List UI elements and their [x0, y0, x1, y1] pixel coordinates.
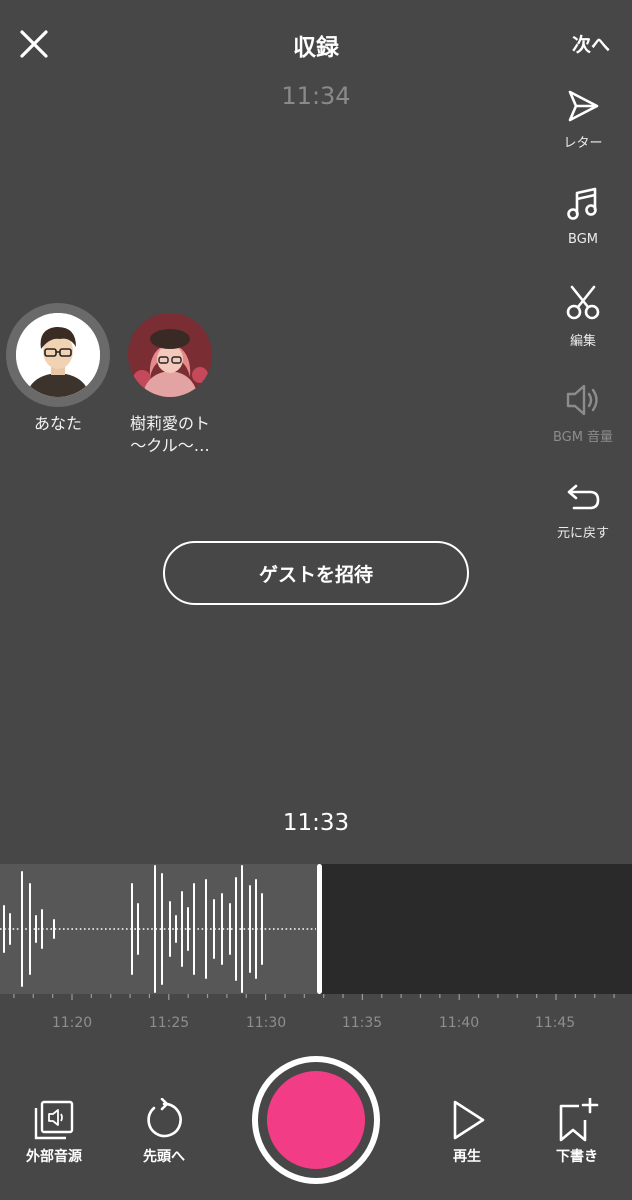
avatar-illustration [128, 313, 212, 397]
send-icon [568, 90, 599, 122]
bookmark-add-icon [559, 1098, 599, 1142]
avatar [16, 313, 100, 397]
ruler-ticks [13, 994, 615, 1000]
undo-label: 元に戻す [556, 526, 609, 541]
tick-label: 11:40 [438, 1015, 480, 1031]
restart-icon [147, 1098, 182, 1138]
undo-icon [567, 484, 600, 510]
page-title: 収録 [293, 35, 339, 61]
record-button[interactable] [252, 1056, 380, 1184]
avatar-illustration [16, 313, 100, 397]
speaker-icon [566, 384, 598, 416]
external-audio-button[interactable]: 外部音源 [14, 1098, 94, 1166]
speaking-ring [6, 303, 110, 407]
letter-label: レター [563, 136, 603, 151]
participant-name-line2: 〜クル〜… [130, 436, 210, 455]
bgm-volume-button[interactable]: BGM 音量 [533, 382, 632, 445]
tick-label: 11:35 [341, 1015, 383, 1031]
record-indicator [267, 1071, 365, 1169]
participant-guest[interactable]: 樹莉愛のト 〜クル〜… [118, 303, 222, 457]
to-start-label: 先頭へ [143, 1149, 185, 1165]
play-icon [453, 1100, 485, 1140]
participant-you[interactable]: あなた [6, 303, 110, 435]
next-button[interactable]: 次へ [572, 30, 610, 57]
draft-button[interactable]: 下書き [537, 1098, 617, 1166]
edit-label: 編集 [569, 334, 596, 349]
scissors-icon [566, 285, 600, 320]
current-time: 11:33 [282, 810, 350, 836]
edit-button[interactable]: 編集 [533, 284, 632, 349]
bgm-volume-label: BGM 音量 [552, 430, 614, 445]
playhead[interactable] [317, 864, 322, 994]
waveform-area[interactable] [0, 864, 632, 994]
letter-button[interactable]: レター [533, 88, 632, 151]
to-start-button[interactable]: 先頭へ [124, 1098, 204, 1166]
bgm-button[interactable]: BGM [533, 186, 632, 247]
undo-button[interactable]: 元に戻す [533, 480, 632, 541]
external-audio-label: 外部音源 [26, 1149, 82, 1165]
play-label: 再生 [453, 1149, 481, 1165]
tick-label: 11:45 [534, 1015, 576, 1031]
waveform [0, 864, 322, 994]
avatar [128, 313, 212, 397]
bgm-label: BGM [568, 232, 598, 247]
tick-label: 11:20 [51, 1015, 93, 1031]
external-audio-icon [34, 1100, 74, 1140]
tick-label: 11:25 [148, 1015, 190, 1031]
invite-guest-button[interactable]: ゲストを招待 [163, 541, 469, 605]
play-button[interactable]: 再生 [427, 1098, 507, 1166]
participant-name-line1: 樹莉愛のト [129, 414, 210, 433]
participant-name: あなた [33, 414, 82, 433]
time-ruler: 11:20 11:25 11:30 11:35 11:40 11:45 [0, 994, 632, 1064]
tick-label: 11:30 [245, 1015, 287, 1031]
music-note-icon [567, 187, 597, 220]
draft-label: 下書き [556, 1149, 598, 1165]
